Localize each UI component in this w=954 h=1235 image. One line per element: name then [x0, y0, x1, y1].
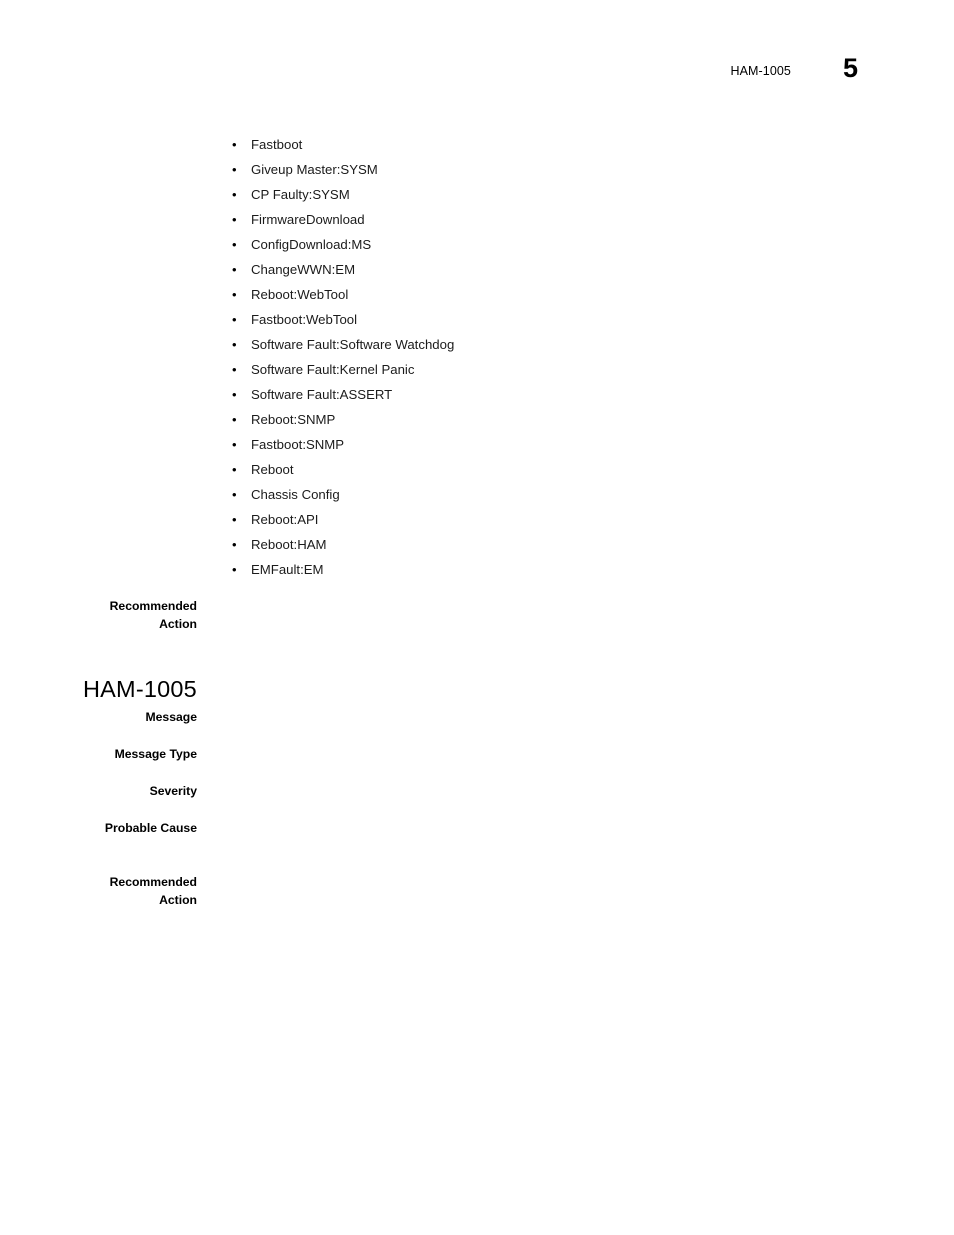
list-item: • Fastboot	[232, 132, 872, 157]
bullet-icon: •	[232, 287, 237, 302]
field-label-message: Message	[0, 708, 198, 726]
field-label-line: Message	[145, 710, 198, 724]
field-label-probable-cause: Probable Cause	[0, 819, 197, 837]
field-label-line: Action	[159, 617, 197, 631]
list-item: • Chassis Config	[232, 482, 872, 507]
list-item-label: EMFault:EM	[251, 562, 324, 577]
list-item: • Software Fault:Kernel Panic	[232, 357, 872, 382]
list-item-label: Software Fault:Kernel Panic	[251, 362, 415, 377]
list-item-label: Chassis Config	[251, 487, 340, 502]
list-item: • FirmwareDownload	[232, 207, 872, 232]
bullet-icon: •	[232, 462, 237, 477]
page-header: HAM-1005 5	[0, 53, 954, 96]
bullet-icon: •	[232, 262, 237, 277]
list-item: • ConfigDownload:MS	[232, 232, 872, 257]
list-item-label: CP Faulty:SYSM	[251, 187, 350, 202]
bullet-icon: •	[232, 537, 237, 552]
list-item: • Software Fault:Software Watchdog	[232, 332, 872, 357]
document-page: HAM-1005 5 • Fastboot • Giveup Master:SY…	[0, 0, 954, 1235]
list-item-label: Reboot:HAM	[251, 537, 327, 552]
page-title: HAM-1005	[83, 675, 197, 702]
list-item-label: Software Fault:ASSERT	[251, 387, 393, 402]
list-item: • Reboot:SNMP	[232, 407, 872, 432]
list-item-label: Fastboot	[251, 137, 303, 152]
list-item: • ChangeWWN:EM	[232, 257, 872, 282]
bullet-icon: •	[232, 162, 237, 177]
bullet-icon: •	[232, 212, 237, 227]
field-label-line: Action	[159, 893, 197, 907]
list-item-label: Reboot	[251, 462, 294, 477]
bullet-icon: •	[232, 362, 237, 377]
bullet-icon: •	[232, 137, 237, 152]
list-item: • Reboot:WebTool	[232, 282, 872, 307]
bullet-icon: •	[232, 337, 237, 352]
list-item: • CP Faulty:SYSM	[232, 182, 872, 207]
list-item: • Reboot	[232, 457, 872, 482]
field-label-recommended-action: Recommended Action	[0, 873, 197, 909]
reason-bullet-list: • Fastboot • Giveup Master:SYSM • CP Fau…	[232, 132, 872, 582]
list-item: • Reboot:API	[232, 507, 872, 532]
bullet-icon: •	[232, 562, 237, 577]
list-item-label: Giveup Master:SYSM	[251, 162, 378, 177]
field-label-recommended-action-previous: Recommended Action	[0, 597, 197, 633]
list-item-label: Reboot:API	[251, 512, 319, 527]
bullet-icon: •	[232, 487, 237, 502]
field-label-line: Recommended	[109, 599, 197, 613]
list-item: • Fastboot:WebTool	[232, 307, 872, 332]
list-item-label: ConfigDownload:MS	[251, 237, 372, 252]
list-item-label: Reboot:WebTool	[251, 287, 349, 302]
list-item-label: Software Fault:Software Watchdog	[251, 337, 455, 352]
list-item: • Software Fault:ASSERT	[232, 382, 872, 407]
list-item: • Fastboot:SNMP	[232, 432, 872, 457]
bullet-icon: •	[232, 437, 237, 452]
list-item: • Reboot:HAM	[232, 532, 872, 557]
list-item-label: Fastboot:WebTool	[251, 312, 358, 327]
list-item-label: ChangeWWN:EM	[251, 262, 356, 277]
field-label-line: Recommended	[109, 875, 197, 889]
field-label-message-type: Message Type	[0, 745, 197, 763]
header-chapter-title: HAM-1005	[730, 64, 791, 78]
list-item-label: Reboot:SNMP	[251, 412, 336, 427]
bullet-icon: •	[232, 312, 237, 327]
bullet-icon: •	[232, 512, 237, 527]
bullet-icon: •	[232, 412, 237, 427]
bullet-icon: •	[232, 387, 237, 402]
list-item-label: FirmwareDownload	[251, 212, 365, 227]
list-item: • EMFault:EM	[232, 557, 872, 582]
field-label-line: Message Type	[114, 747, 197, 761]
bullet-icon: •	[232, 237, 237, 252]
bullet-icon: •	[232, 187, 237, 202]
list-item: • Giveup Master:SYSM	[232, 157, 872, 182]
list-item-label: Fastboot:SNMP	[251, 437, 345, 452]
page-number: 5	[842, 53, 858, 83]
field-label-line: Probable Cause	[104, 821, 197, 835]
field-label-severity: Severity	[0, 782, 197, 800]
field-label-line: Severity	[149, 784, 197, 798]
